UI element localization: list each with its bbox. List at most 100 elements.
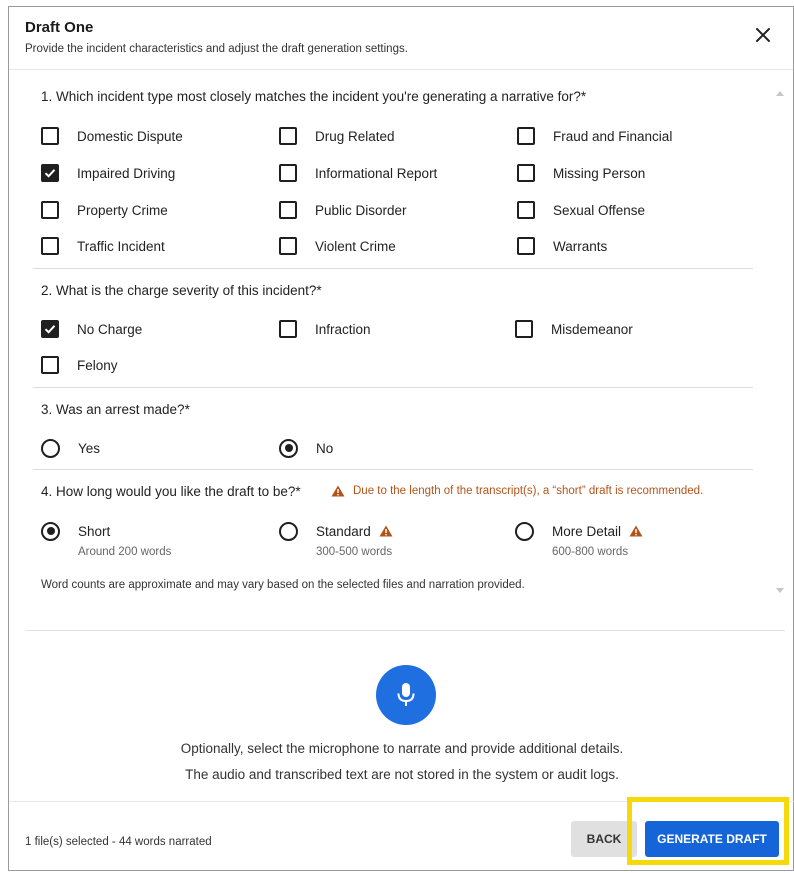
checkbox-label: Missing Person [553, 165, 646, 181]
checkbox-label: Public Disorder [315, 202, 407, 218]
checkbox-label: Violent Crime [315, 238, 396, 254]
checkbox-label: Sexual Offense [553, 202, 646, 218]
checkbox-box [41, 237, 59, 255]
checkbox-box-checked [41, 320, 59, 338]
narration-divider [25, 630, 785, 631]
scroll-up-arrow-icon[interactable] [776, 91, 784, 96]
checkbox-drug-related[interactable]: Drug Related [279, 126, 395, 146]
checkbox-label: Warrants [553, 238, 608, 254]
radio-label: Standard [316, 523, 371, 539]
checkbox-missing-person[interactable]: Missing Person [517, 163, 645, 183]
checkbox-label: Property Crime [77, 202, 168, 218]
radio-arrest-yes[interactable]: Yes [41, 438, 100, 458]
question-draft-length: 4. How long would you like the draft to … [41, 484, 301, 499]
radio-sublabel: Around 200 words [78, 546, 172, 558]
checkbox-no-charge[interactable]: No Charge [41, 319, 142, 339]
checkbox-label: Traffic Incident [77, 238, 165, 254]
warning-icon [331, 485, 345, 497]
warning-text: Due to the length of the transcript(s), … [353, 485, 704, 497]
radio-circle-selected [41, 521, 60, 541]
dialog-header: Draft One Provide the incident character… [9, 7, 793, 70]
length-warning: Due to the length of the transcript(s), … [331, 485, 703, 497]
section-divider [33, 469, 753, 470]
checkbox-label: Domestic Dispute [77, 128, 183, 144]
checkbox-box [41, 356, 59, 374]
microphone-button[interactable] [376, 665, 436, 725]
checkbox-box [279, 201, 297, 219]
close-button[interactable] [753, 25, 773, 45]
generate-draft-button[interactable]: GENERATE DRAFT [645, 821, 779, 857]
checkbox-label: Fraud and Financial [553, 128, 673, 144]
checkbox-box [517, 237, 535, 255]
radio-sublabel: 600-800 words [552, 546, 629, 558]
scrollbar[interactable] [774, 87, 786, 597]
checkbox-label: Misdemeanor [551, 321, 633, 337]
warning-icon [379, 525, 393, 537]
checkbox-label: Felony [77, 357, 118, 373]
checkbox-box [517, 164, 535, 182]
checkbox-informational-report[interactable]: Informational Report [279, 163, 437, 183]
word-count-note: Word counts are approximate and may vary… [41, 579, 525, 591]
checkbox-misdemeanor[interactable]: Misdemeanor [515, 319, 633, 339]
radio-length-short[interactable]: Short [41, 521, 110, 541]
dialog-subtitle: Provide the incident characteristics and… [25, 43, 408, 55]
narration-hint-line1: Optionally, select the microphone to nar… [180, 741, 624, 756]
checkbox-violent-crime[interactable]: Violent Crime [279, 236, 396, 256]
radio-circle-selected [279, 438, 298, 458]
checkbox-impaired-driving[interactable]: Impaired Driving [41, 163, 175, 183]
checkbox-box [279, 320, 297, 338]
checkbox-label: Informational Report [315, 165, 438, 181]
question-arrest-made: 3. Was an arrest made?* [41, 402, 190, 417]
checkmark-icon [44, 169, 56, 178]
selection-status: 1 file(s) selected - 44 words narrated [25, 836, 212, 848]
question-incident-type: 1. Which incident type most closely matc… [41, 89, 587, 104]
narration-hint-line2: The audio and transcribed text are not s… [185, 767, 619, 782]
dialog-title: Draft One [25, 19, 94, 36]
checkmark-icon [44, 325, 56, 334]
back-button[interactable]: BACK [571, 821, 637, 857]
draft-one-dialog: Draft One Provide the incident character… [8, 6, 794, 871]
checkbox-public-disorder[interactable]: Public Disorder [279, 200, 407, 220]
checkbox-box [41, 201, 59, 219]
checkbox-label: Impaired Driving [77, 165, 176, 181]
radio-label: No [316, 440, 334, 456]
question-charge-severity: 2. What is the charge severity of this i… [41, 283, 322, 298]
radio-length-more-detail[interactable]: More Detail [515, 521, 643, 541]
checkbox-box [279, 164, 297, 182]
dialog-footer: 1 file(s) selected - 44 words narrated B… [9, 801, 794, 873]
warning-icon [629, 525, 643, 537]
radio-sublabel: 300-500 words [316, 546, 393, 558]
section-divider [33, 268, 753, 269]
checkbox-box [517, 127, 535, 145]
scroll-down-arrow-icon[interactable] [776, 588, 784, 593]
radio-circle [515, 521, 534, 541]
checkbox-traffic-incident[interactable]: Traffic Incident [41, 236, 165, 256]
settings-scroll-area[interactable]: 1. Which incident type most closely matc… [9, 69, 794, 609]
checkbox-box [517, 201, 535, 219]
checkbox-box [41, 127, 59, 145]
checkbox-felony[interactable]: Felony [41, 355, 118, 375]
microphone-icon [397, 683, 415, 706]
checkbox-property-crime[interactable]: Property Crime [41, 200, 168, 220]
checkbox-box-checked [41, 164, 59, 182]
checkbox-infraction[interactable]: Infraction [279, 319, 371, 339]
radio-arrest-no[interactable]: No [279, 438, 333, 458]
radio-label: More Detail [552, 523, 622, 539]
checkbox-label: Infraction [315, 321, 371, 337]
checkbox-sexual-offense[interactable]: Sexual Offense [517, 200, 645, 220]
checkbox-warrants[interactable]: Warrants [517, 236, 607, 256]
checkbox-box [279, 237, 297, 255]
radio-label: Yes [78, 440, 101, 456]
section-divider [33, 387, 753, 388]
checkbox-fraud-financial[interactable]: Fraud and Financial [517, 126, 672, 146]
radio-label: Short [78, 523, 111, 539]
checkbox-label: No Charge [77, 321, 143, 337]
radio-length-standard[interactable]: Standard [279, 521, 393, 541]
checkbox-box [515, 320, 533, 338]
checkbox-box [279, 127, 297, 145]
radio-circle [41, 438, 60, 458]
checkbox-domestic-dispute[interactable]: Domestic Dispute [41, 126, 183, 146]
radio-circle [279, 521, 298, 541]
checkbox-label: Drug Related [315, 128, 395, 144]
close-icon [756, 28, 770, 42]
